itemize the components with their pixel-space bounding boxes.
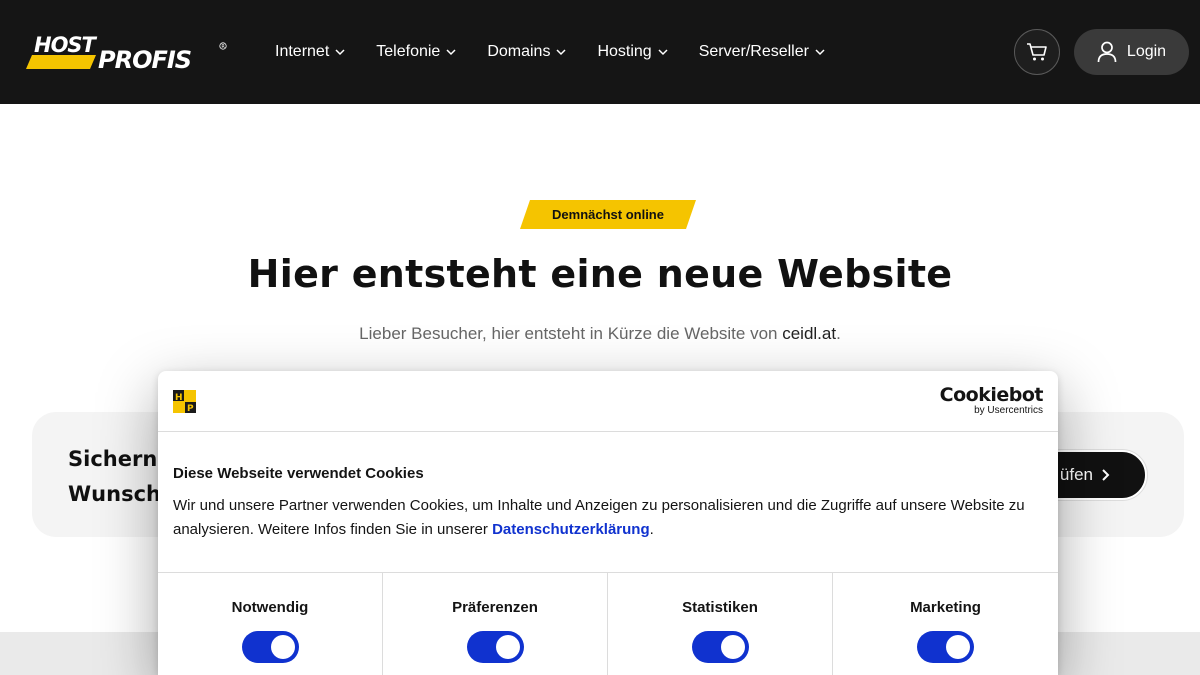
cookie-dialog-header: H P Cookiebot by Usercentrics [158,371,1058,432]
check-button-label: üfen [1059,465,1093,484]
subtitle-domain: ceidl.at [782,324,837,343]
host-profis-logo[interactable]: HOST PROFIS R [26,33,231,73]
privacy-policy-link[interactable]: Datenschutzerklärung [492,521,650,538]
toggle-knob [946,635,970,659]
category-marketing: Marketing [833,573,1058,675]
nav-label: Domains [487,43,551,60]
user-icon [1097,41,1117,63]
cookiebot-logo[interactable]: Cookiebot by Usercentrics [939,384,1044,416]
chevron-down-icon [335,49,345,56]
toggle-knob [721,635,745,659]
nav-domains[interactable]: Domains [487,40,567,64]
login-button[interactable]: Login [1074,29,1189,75]
nav-hosting[interactable]: Hosting [597,40,668,64]
cart-button[interactable] [1014,29,1060,75]
svg-text:P: P [187,404,194,413]
nav-server-reseller[interactable]: Server/Reseller [699,40,826,64]
category-label: Statistiken [682,599,758,616]
cookiebot-brand-sub: by Usercentrics [974,405,1043,416]
nav-label: Hosting [597,43,652,60]
category-preferences: Präferenzen [383,573,608,675]
cookie-body-end: . [649,521,654,538]
domain-card-line2: Wunsch [68,482,161,506]
chevron-down-icon [556,49,566,56]
page-title: Hier entsteht eine neue Website [247,252,953,296]
category-label: Marketing [910,599,981,616]
necessary-toggle[interactable] [242,631,299,663]
cookie-categories: Notwendig Präferenzen Statistiken Market… [158,572,1058,675]
nav-label: Internet [275,43,330,60]
statistics-toggle[interactable] [692,631,749,663]
host-profis-small-logo: H P [173,390,196,413]
nav-internet[interactable]: Internet [275,40,346,64]
marketing-toggle[interactable] [917,631,974,663]
category-label: Präferenzen [452,599,538,616]
category-necessary: Notwendig [158,573,383,675]
preferences-toggle[interactable] [467,631,524,663]
nav-label: Telefonie [376,43,441,60]
cookie-consent-dialog: H P Cookiebot by Usercentrics Diese Webs… [158,371,1058,675]
chevron-down-icon [658,49,668,56]
svg-text:H: H [175,393,183,403]
site-header: HOST PROFIS R Internet Telefonie Domains… [0,0,1200,104]
domain-card-line1: Sichern [68,447,158,471]
main-nav: Internet Telefonie Domains Hosting Serve… [275,40,856,64]
chevron-right-icon [1102,469,1110,481]
coming-soon-badge: Demnächst online [552,207,664,222]
svg-text:HOST: HOST [34,33,98,57]
cookiebot-brand: Cookiebot [939,384,1044,406]
subtitle-text: Lieber Besucher, hier entsteht in Kürze … [359,324,783,343]
shopping-cart-icon [1027,43,1047,61]
chevron-down-icon [815,49,825,56]
category-statistics: Statistiken [608,573,833,675]
cookie-dialog-title: Diese Webseite verwendet Cookies [173,465,424,482]
svg-text:PROFIS: PROFIS [98,46,191,73]
cookie-dialog-text: Wir und unsere Partner verwenden Cookies… [173,494,1033,542]
svg-text:R: R [221,44,225,50]
toggle-knob [271,635,295,659]
chevron-down-icon [446,49,456,56]
nav-label: Server/Reseller [698,43,809,60]
domain-card-heading: Sichern Wunsch [68,442,161,512]
category-label: Notwendig [231,599,309,616]
page-subtitle: Lieber Besucher, hier entsteht in Kürze … [0,324,1200,344]
toggle-knob [496,635,520,659]
subtitle-end: . [836,324,841,343]
login-label: Login [1126,43,1167,60]
nav-telefonie[interactable]: Telefonie [376,40,457,64]
